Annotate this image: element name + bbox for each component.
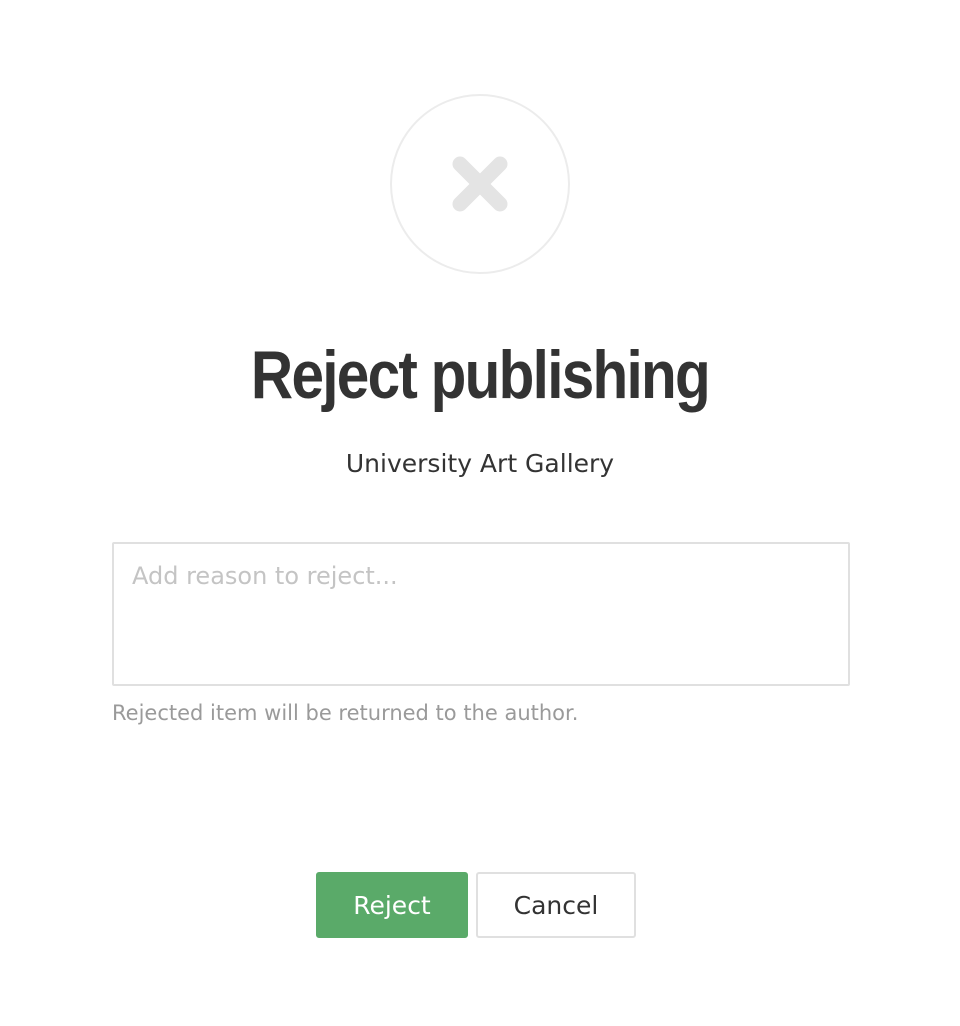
- reject-publishing-dialog: Reject publishing University Art Gallery…: [0, 0, 960, 1026]
- reject-hint-text: Rejected item will be returned to the au…: [112, 701, 579, 725]
- dialog-title: Reject publishing: [250, 337, 711, 413]
- reject-reason-input[interactable]: [112, 542, 850, 686]
- close-x-icon: [452, 156, 508, 212]
- status-circle: [390, 94, 570, 274]
- reject-button[interactable]: Reject: [316, 872, 468, 938]
- dialog-subtitle: University Art Gallery: [345, 449, 615, 478]
- cancel-button[interactable]: Cancel: [476, 872, 636, 938]
